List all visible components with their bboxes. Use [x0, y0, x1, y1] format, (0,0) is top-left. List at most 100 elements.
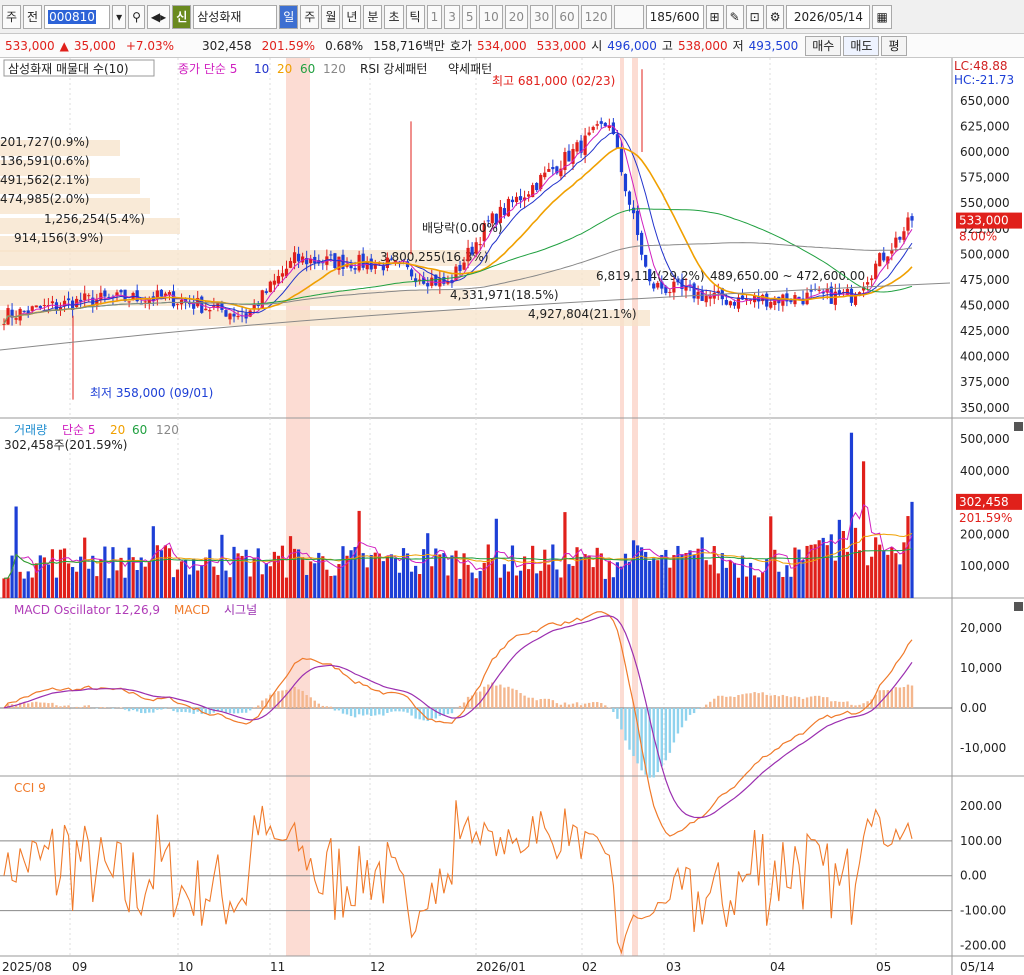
- current-price: 533,000: [5, 38, 55, 53]
- settings-button[interactable]: ⚙: [765, 4, 785, 29]
- macd-oscillator-bar: [55, 705, 58, 708]
- macd-oscillator-bar: [773, 695, 776, 708]
- interval-5[interactable]: 5: [461, 4, 478, 29]
- candle-body: [14, 318, 18, 320]
- interval-30[interactable]: 30: [530, 4, 554, 29]
- candle-body: [22, 310, 26, 312]
- dropdown-button[interactable]: ▾: [112, 4, 127, 29]
- volume-bar: [765, 559, 769, 598]
- count-value: 185/600: [649, 9, 700, 24]
- tab-year[interactable]: 년: [342, 4, 362, 29]
- range-note: 489,650.00 ~ 472,600.00: [710, 269, 865, 283]
- macd-oscillator-bar: [446, 708, 450, 715]
- code-input[interactable]: 000810: [44, 4, 111, 29]
- candle-body: [474, 242, 478, 254]
- stock-name-field[interactable]: 삼성화재: [193, 4, 278, 29]
- fit-button[interactable]: ⊡: [745, 4, 764, 29]
- candle-body: [292, 252, 297, 264]
- volume-bar: [139, 557, 143, 598]
- date-field[interactable]: 2026/05/14: [786, 4, 871, 29]
- interval-60[interactable]: 60: [555, 4, 579, 29]
- cci-axis-label: -200.00: [960, 939, 1006, 953]
- candle-body: [510, 199, 515, 203]
- candle-body: [502, 208, 507, 216]
- macd-axis-label: 20,000: [960, 621, 1002, 635]
- period-select[interactable]: 주: [2, 4, 22, 29]
- volume-bar: [785, 565, 789, 598]
- interval-custom[interactable]: [613, 4, 644, 29]
- candle-body: [740, 295, 745, 300]
- macd-oscillator-bar: [450, 708, 454, 714]
- volume-bar: [571, 565, 575, 598]
- volume-bar: [619, 566, 624, 598]
- macd-oscillator-bar: [777, 696, 781, 708]
- volume-bar: [147, 560, 151, 598]
- pin-button[interactable]: ⊞: [705, 4, 724, 29]
- tab-tick[interactable]: 틱: [405, 4, 425, 29]
- date-axis-label: 05/14: [960, 960, 995, 974]
- candle-body: [874, 263, 878, 280]
- macd-oscillator-bar: [555, 703, 559, 708]
- volume-bar: [753, 575, 757, 598]
- buy-button[interactable]: 매수: [805, 35, 842, 56]
- volume-bar: [866, 565, 870, 598]
- volume-bar: [587, 555, 591, 598]
- macd-oscillator-bar: [353, 708, 357, 718]
- tab-week[interactable]: 주: [300, 4, 320, 29]
- volume-bar: [527, 569, 531, 598]
- candle-body: [535, 183, 539, 191]
- interval-20[interactable]: 20: [504, 4, 529, 29]
- candle-body: [280, 273, 285, 277]
- whole-select[interactable]: 전: [23, 4, 43, 29]
- sell-button[interactable]: 매도: [843, 35, 880, 56]
- tab-minute-label: 분: [367, 10, 379, 24]
- eval-button[interactable]: 평: [881, 35, 907, 56]
- candle-body: [615, 134, 620, 148]
- calendar-button[interactable]: ▦: [872, 4, 892, 29]
- tab-day[interactable]: 일: [279, 4, 299, 29]
- candle-body: [175, 303, 180, 305]
- chart-area[interactable]: 201,727(0.9%) 136,591(0.6%) 491,562(2.1%) 4…: [0, 58, 1024, 975]
- volume-bar: [789, 576, 793, 598]
- volume-bar: [179, 561, 184, 598]
- interval-1[interactable]: 1: [426, 4, 443, 29]
- volume-bar: [716, 573, 720, 598]
- tab-minute[interactable]: 분: [363, 4, 383, 29]
- count-field[interactable]: 185/600: [645, 4, 704, 29]
- macd-oscillator-bar: [721, 695, 724, 708]
- volume-bar: [135, 570, 139, 598]
- volume-bar: [442, 553, 446, 598]
- volume-bar: [196, 570, 200, 598]
- tab-year-label: 년: [346, 10, 358, 24]
- macd-oscillator-bar: [184, 708, 187, 713]
- volume-bar: [369, 555, 373, 598]
- volume-bar: [781, 576, 785, 598]
- tab-second[interactable]: 초: [384, 4, 404, 29]
- candle-body: [591, 126, 595, 131]
- macd-oscillator-bar: [277, 691, 280, 708]
- macd-oscillator-bar: [729, 696, 732, 708]
- macd-oscillator-bar: [438, 708, 442, 717]
- interval-120[interactable]: 120: [580, 4, 612, 29]
- interval-10[interactable]: 10: [479, 4, 503, 29]
- volume-bar: [680, 554, 684, 598]
- candle-body: [575, 142, 579, 152]
- candle-body: [38, 305, 42, 309]
- open-price: 496,000: [607, 38, 657, 53]
- sound-button[interactable]: ◀▸: [146, 4, 171, 29]
- macd-oscillator-bar: [293, 686, 296, 708]
- macd-oscillator-bar: [523, 695, 526, 708]
- price-axis-label: 600,000: [960, 145, 1010, 159]
- draw-button[interactable]: ✎: [725, 4, 744, 29]
- macd-oscillator-bar: [600, 703, 603, 708]
- price-legend-ma10: 10: [254, 62, 269, 76]
- candle-body: [619, 147, 624, 173]
- price-axis-label: 475,000: [960, 273, 1010, 287]
- volume-bar: [607, 560, 611, 598]
- volume-bar: [341, 546, 345, 598]
- interval-3[interactable]: 3: [444, 4, 460, 29]
- macd-axis-label: -10,000: [960, 741, 1006, 755]
- tab-month[interactable]: 월: [321, 4, 341, 29]
- volume-bar: [188, 574, 192, 598]
- search-button[interactable]: ⚲: [128, 4, 145, 29]
